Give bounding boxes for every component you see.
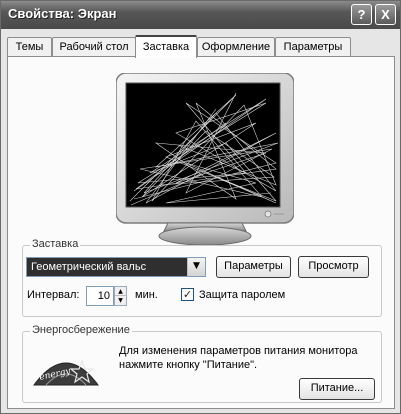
tab-appearance[interactable]: Оформление xyxy=(197,37,275,57)
settings-button[interactable]: Параметры xyxy=(216,256,291,278)
screensaver-selected-value: Геометрический вальс xyxy=(27,258,187,276)
tab-settings[interactable]: Параметры xyxy=(275,37,351,57)
password-checkbox[interactable]: ✓ xyxy=(181,288,194,301)
chevron-down-icon[interactable]: ▼ xyxy=(187,258,205,276)
power-button[interactable]: Питание... xyxy=(299,378,375,400)
screensaver-group: Заставка Геометрический вальс ▼ Параметр… xyxy=(22,238,382,317)
screensaver-group-label: Заставка xyxy=(30,238,81,250)
preview-button[interactable]: Просмотр xyxy=(298,256,369,278)
spin-down-icon[interactable]: ▼ xyxy=(115,296,126,305)
power-group-label: Энергосбережение xyxy=(30,324,132,336)
monitor-preview xyxy=(116,73,294,246)
close-button[interactable]: X xyxy=(375,4,396,25)
password-label[interactable]: Защита паролем xyxy=(199,289,285,301)
screensaver-select[interactable]: Геометрический вальс ▼ xyxy=(26,257,206,277)
display-properties-window: Свойства: Экран ? X Темы Рабочий стол За… xyxy=(0,0,401,414)
energy-star-logo: energy xyxy=(33,359,99,386)
window-title: Свойства: Экран xyxy=(8,6,117,21)
help-button[interactable]: ? xyxy=(351,4,372,25)
title-bar[interactable]: Свойства: Экран ? X xyxy=(1,1,400,29)
tab-themes[interactable]: Темы xyxy=(7,37,52,57)
interval-unit: мин. xyxy=(135,289,158,301)
tab-screensaver[interactable]: Заставка xyxy=(135,35,197,58)
tab-desktop[interactable]: Рабочий стол xyxy=(52,37,136,57)
power-description-line1: Для изменения параметров питания монитор… xyxy=(119,345,358,357)
interval-spinner[interactable]: ▲ ▼ xyxy=(114,286,127,306)
interval-label: Интервал: xyxy=(27,289,80,301)
spin-up-icon[interactable]: ▲ xyxy=(115,287,126,296)
interval-input[interactable]: 10 xyxy=(86,286,114,306)
power-description-line2: нажмите кнопку "Питание". xyxy=(119,359,258,371)
tab-panel: Заставка Геометрический вальс ▼ Параметр… xyxy=(7,56,395,409)
